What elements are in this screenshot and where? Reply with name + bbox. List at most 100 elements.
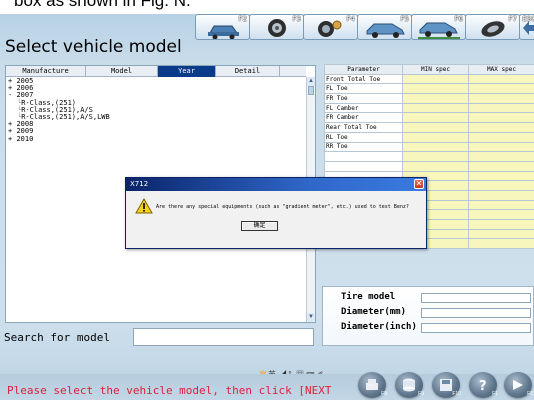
max-spec-cell	[468, 170, 534, 182]
parameter-column-header: MIN spec	[402, 64, 469, 75]
parameter-name-cell	[324, 151, 403, 162]
tab-year[interactable]: Year	[158, 66, 216, 77]
f6-next-key-label: F6	[527, 391, 533, 397]
max-spec-cell	[468, 228, 534, 240]
tree-item[interactable]: + 2006	[8, 85, 304, 92]
parameter-row[interactable]: FR Camber	[324, 112, 534, 124]
tab-manufacture[interactable]: Manufacture	[6, 66, 86, 77]
ok-button[interactable]: 确定	[241, 221, 278, 231]
collapse-icon[interactable]: -	[8, 91, 12, 99]
print-icon	[366, 379, 378, 390]
parameter-row[interactable]	[324, 151, 534, 162]
f4-key-label: F4	[346, 15, 355, 23]
close-icon[interactable]: ✕	[414, 179, 424, 189]
min-spec-cell	[402, 160, 469, 172]
next-button[interactable]: F6	[504, 372, 533, 398]
scrollbar-thumb[interactable]	[308, 86, 314, 95]
min-spec-cell	[402, 83, 469, 95]
rim-button[interactable]: F3	[249, 14, 304, 40]
top-caption-text: box as shown in Fig. N.	[14, 0, 191, 10]
next-arrow-icon	[513, 380, 523, 390]
tree-item[interactable]: └R-Class,(251),A/S,LWB	[8, 113, 304, 121]
diameter-inch-label: Diameter(inch)	[341, 322, 417, 332]
bottom-bar: Please select the vehicle model, then cl…	[0, 372, 534, 400]
scroll-down-arrow-icon[interactable]: ▼	[307, 313, 315, 322]
tree-item[interactable]: + 2005	[8, 77, 304, 85]
print-button[interactable]: F8	[358, 372, 387, 398]
status-message: Please select the vehicle model, then cl…	[7, 384, 332, 397]
parameter-row[interactable]: Front Total Toe	[324, 73, 534, 85]
help-button[interactable]: ? F1	[469, 372, 498, 398]
parameter-name-cell: RL Toe	[324, 131, 403, 143]
max-spec-cell	[468, 238, 534, 250]
tire-info-panel: Tire model Diameter(mm) Diameter(inch)	[322, 286, 534, 346]
parameter-name-cell: FR Camber	[324, 112, 403, 124]
save-button[interactable]: F10	[432, 372, 461, 398]
parameter-name: RR Toe	[326, 143, 348, 151]
back-button[interactable]: ESC	[519, 14, 534, 40]
parameter-header-row: Parameter MIN spec MAX spec	[324, 64, 534, 75]
tire-model-label: Tire model	[341, 292, 396, 302]
max-spec-cell	[468, 102, 534, 114]
f3-key-label: F3	[292, 15, 301, 23]
parameter-name-cell: FR Toe	[324, 93, 403, 104]
f9-key-label: F9	[418, 391, 424, 397]
min-spec-cell	[402, 93, 469, 104]
parameter-name-cell: FL Toe	[324, 83, 403, 95]
database-button[interactable]: F9	[395, 372, 424, 398]
f7-key-label: F7	[508, 15, 517, 23]
parameter-row[interactable]	[324, 160, 534, 172]
min-spec-cell	[402, 141, 469, 153]
max-spec-cell	[468, 112, 534, 124]
tire-button[interactable]: F7	[465, 14, 520, 40]
min-spec-cell	[402, 112, 469, 124]
max-spec-cell	[468, 219, 534, 230]
warning-icon	[135, 198, 153, 214]
max-spec-cell	[468, 93, 534, 104]
tree-item[interactable]: + 2009	[8, 128, 304, 135]
parameter-row[interactable]: Rear Total Toe	[324, 122, 534, 133]
confirm-dialog: X712 ✕ Are there any special equipments …	[125, 177, 427, 249]
wheel-settings-button[interactable]: F4	[303, 14, 358, 40]
parameter-name-cell: Rear Total Toe	[324, 122, 403, 133]
application-window: F2 F3 F4 F5 F6 F7 ES Select vehicle mode…	[0, 14, 534, 400]
parameter-row[interactable]: FR Toe	[324, 93, 534, 104]
scroll-up-arrow-icon[interactable]: ▲	[307, 77, 315, 86]
diameter-inch-field[interactable]	[421, 323, 531, 333]
vehicle-select-button[interactable]: F2	[195, 14, 250, 40]
diameter-mm-field[interactable]	[421, 308, 531, 318]
tab-model[interactable]: Model	[86, 66, 158, 77]
max-spec-cell	[468, 160, 534, 172]
database-icon	[403, 378, 415, 392]
parameter-name: Front Total Toe	[326, 75, 381, 83]
parameter-name-cell: FL Camber	[324, 102, 403, 114]
tree-item[interactable]: + 2010	[8, 134, 304, 143]
car-lift-button[interactable]: F6	[411, 14, 466, 40]
f10-key-label: F10	[452, 391, 461, 397]
dialog-titlebar[interactable]: X712 ✕	[126, 178, 426, 191]
parameter-row[interactable]: FL Toe	[324, 83, 534, 95]
function-toolbar: F2 F3 F4 F5 F6 F7 ES	[195, 14, 534, 42]
max-spec-cell	[468, 122, 534, 133]
parameter-name: FR Toe	[326, 94, 348, 102]
tab-detail[interactable]: Detail	[216, 66, 280, 77]
min-spec-cell	[402, 151, 469, 162]
max-spec-cell	[468, 180, 534, 191]
car-side-button[interactable]: F5	[357, 14, 412, 40]
tire-model-field[interactable]	[421, 293, 531, 303]
max-spec-cell	[468, 199, 534, 211]
parameter-row[interactable]: RR Toe	[324, 141, 534, 153]
parameter-row[interactable]: FL Camber	[324, 102, 534, 114]
help-icon: ?	[479, 379, 487, 393]
tree-item-label: 2010	[16, 134, 34, 143]
top-caption-area: box as shown in Fig. N.	[0, 0, 534, 14]
esc-key-label: ESC	[522, 15, 534, 23]
tree-item[interactable]: + 2008	[8, 121, 304, 128]
list-header: Manufacture Model Year Detail	[6, 66, 306, 77]
f5-key-label: F5	[400, 15, 409, 23]
expand-icon[interactable]: +	[8, 135, 12, 143]
max-spec-cell	[468, 141, 534, 153]
parameter-row[interactable]: RL Toe	[324, 131, 534, 143]
parameter-name: RL Toe	[326, 133, 348, 141]
search-input[interactable]	[133, 328, 314, 346]
